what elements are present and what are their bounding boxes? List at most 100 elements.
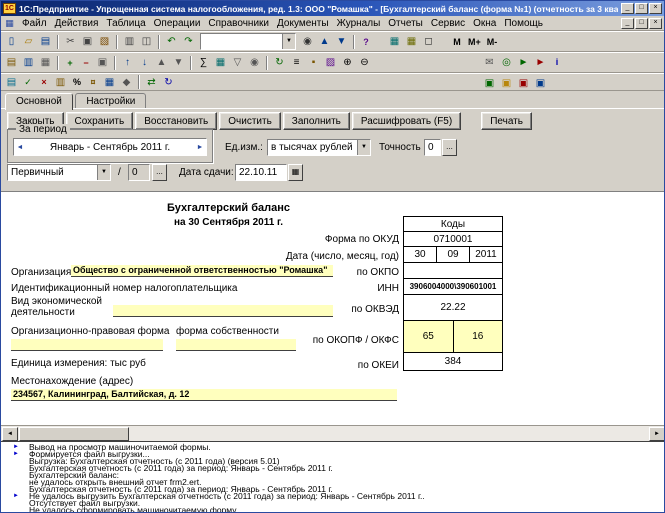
menu-documents[interactable]: Документы [273,16,333,31]
print-icon[interactable]: ▥ [121,34,138,50]
percent-icon[interactable]: % [69,74,85,90]
menu-file[interactable]: Файл [18,16,51,31]
address-field[interactable]: 234567, Калининград, Балтийская, д. 12 [11,389,397,401]
lock-icon[interactable]: ▪ [305,55,322,71]
fill-button[interactable]: Заполнить [282,112,350,130]
zoom-out-icon[interactable]: ⊖ [356,55,373,71]
tab-settings[interactable]: Настройки [75,93,147,109]
calc-icon[interactable]: ▦ [386,34,403,50]
legal-form-field[interactable] [11,339,163,351]
period-range-field[interactable]: ◄ Январь - Сентябрь 2011 г. ► [13,138,207,156]
run-icon[interactable]: ► [515,54,532,70]
okfs-value[interactable]: 16 [454,321,503,352]
currency-icon[interactable]: ¤ [85,74,101,90]
info-icon[interactable]: i [549,54,565,70]
cancel-icon[interactable]: × [36,74,52,90]
mail-icon[interactable]: ✉ [481,54,498,70]
zoom-in-icon[interactable]: ⊕ [339,55,356,71]
insert-row-icon[interactable]: + [62,55,78,71]
save-icon[interactable]: ▤ [37,34,54,50]
close-button[interactable]: × [649,3,662,14]
okved-value[interactable]: 22.22 [404,295,502,320]
monitor-icon[interactable]: ◻ [420,34,437,50]
clear-button[interactable]: Очистить [219,112,281,130]
correction-number-field[interactable]: 0 [128,164,150,181]
table-open-icon[interactable]: ▤ [3,55,20,71]
chevron-down-icon[interactable]: ▼ [282,34,295,49]
chevron-down-icon[interactable]: ▼ [97,165,110,180]
menu-table[interactable]: Таблица [102,16,149,31]
delete-row-icon[interactable]: − [78,55,94,71]
memory-minus-button[interactable]: М- [484,34,501,50]
clip-icon[interactable]: ◆ [118,74,135,90]
okpo-value[interactable] [404,263,502,278]
ownership-field[interactable] [176,339,296,351]
menu-actions[interactable]: Действия [51,16,103,31]
check-icon[interactable]: ✓ [20,74,36,90]
exchange-icon[interactable]: ⇄ [143,74,160,90]
table-save-icon[interactable]: ▥ [20,55,37,71]
globe-icon[interactable]: ◎ [498,54,515,70]
filter-icon[interactable]: ▽ [229,55,246,71]
menu-operations[interactable]: Операции [150,16,205,31]
period-prev-icon[interactable]: ◄ [14,144,26,151]
activity-field[interactable] [113,305,333,317]
scrollbar-thumb[interactable] [19,427,129,441]
menu-reports[interactable]: Отчеты [384,16,427,31]
doc-green-icon[interactable]: ▣ [481,75,498,91]
doc-yellow-icon[interactable]: ▣ [498,75,515,91]
calc-table-icon[interactable]: ▦ [212,55,229,71]
decrypt-button[interactable]: Расшифровать (F5) [351,112,462,130]
correction-more-button[interactable]: ... [152,164,167,181]
book-icon[interactable]: ▥ [52,74,69,90]
calendar-icon[interactable]: ▦ [403,34,420,50]
mdi-minimize-button[interactable]: _ [621,17,634,29]
sum-icon[interactable]: ∑ [195,55,212,71]
chevron-down-icon[interactable]: ▼ [357,140,370,155]
tab-main[interactable]: Основной [5,93,73,110]
sort-desc-icon[interactable]: ▼ [170,55,187,71]
help-icon[interactable]: ? [358,34,374,50]
print-button[interactable]: Печать [481,112,532,130]
doc-blue-icon[interactable]: ▣ [532,75,549,91]
menu-journals[interactable]: Журналы [333,16,385,31]
scroll-left-icon[interactable]: ◄ [2,427,18,441]
reload-icon[interactable]: ↻ [160,74,177,90]
mdi-restore-button[interactable]: □ [635,17,648,29]
precision-field[interactable]: 0 [424,139,441,156]
find-prev-icon[interactable]: ▲ [316,34,333,50]
toolbar-combobox[interactable]: ▼ [200,33,296,50]
precision-more-button[interactable]: ... [442,139,457,156]
undo-icon[interactable]: ↶ [163,34,180,50]
sort-asc-icon[interactable]: ▲ [153,55,170,71]
report-kind-combobox[interactable]: Первичный ▼ [7,164,111,181]
find-next-icon[interactable]: ▼ [333,34,350,50]
okopf-value[interactable]: 65 [404,321,454,352]
open-icon[interactable]: ▱ [20,34,37,50]
unit-combobox[interactable]: в тысячах рублей ▼ [267,139,371,156]
copy-row-icon[interactable]: ▣ [94,55,111,71]
horizontal-scrollbar[interactable]: ◄ ► [1,425,664,441]
cut-icon[interactable]: ✂ [62,34,79,50]
report-icon[interactable]: ▤ [3,74,20,90]
memory-recall-button[interactable]: М [449,34,465,50]
save-button[interactable]: Сохранить [65,112,134,130]
menu-windows[interactable]: Окна [469,16,500,31]
scroll-right-icon[interactable]: ► [649,427,664,441]
print-preview-icon[interactable]: ◫ [138,34,155,50]
submission-date-field[interactable]: 22.10.11 [235,164,287,181]
move-up-icon[interactable]: ↑ [119,55,136,71]
table-print-icon[interactable]: ▦ [37,55,54,71]
new-document-icon[interactable]: ▯ [3,34,20,50]
menu-service[interactable]: Сервис [427,16,469,31]
redo-icon[interactable]: ↷ [180,34,197,50]
inn-value[interactable]: 3906004000\390601001 [404,279,502,294]
organization-field[interactable]: Общество с ограниченной ответственностью… [71,265,333,277]
menu-references[interactable]: Справочники [204,16,273,31]
chart-icon[interactable]: ▨ [322,55,339,71]
restore-button[interactable]: Восстановить [135,112,218,130]
mdi-close-button[interactable]: × [649,17,662,29]
memory-plus-button[interactable]: М+ [465,34,484,50]
copy-icon[interactable]: ▣ [79,34,96,50]
minimize-button[interactable]: _ [621,3,634,14]
